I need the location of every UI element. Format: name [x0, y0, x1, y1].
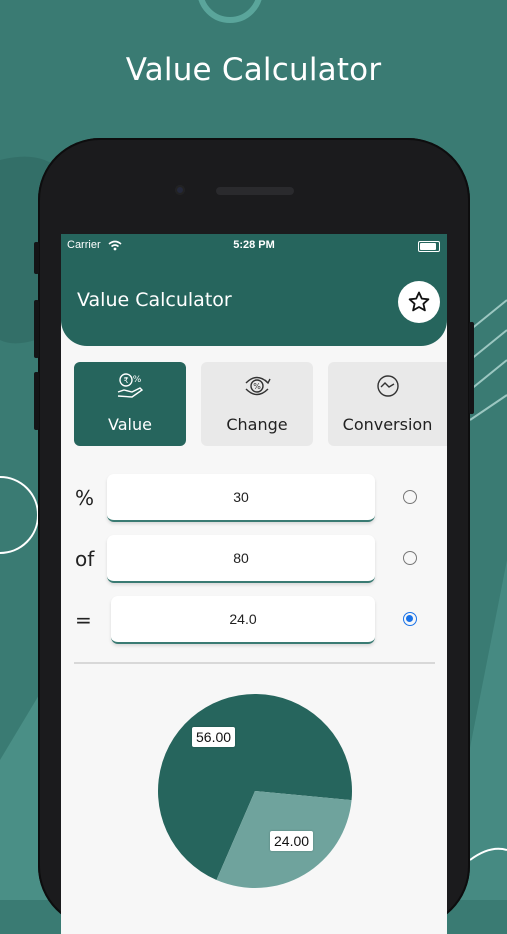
phone-volume-up [34, 300, 39, 358]
tab-conversion-label: Conversion [342, 415, 433, 434]
phone-power-button [469, 322, 474, 414]
favorite-button[interactable] [398, 281, 440, 323]
of-label: of [75, 547, 95, 571]
phone-volume-down [34, 372, 39, 430]
tab-change-label: Change [226, 415, 288, 434]
result-input[interactable]: 24.0 [111, 596, 375, 644]
tab-value[interactable]: ₹ % Value [74, 362, 186, 446]
result-radio[interactable] [403, 612, 417, 626]
status-time: 5:28 PM [233, 239, 275, 251]
star-icon [408, 291, 430, 312]
svg-text:%: % [133, 375, 142, 385]
page-title: Value Calculator [77, 289, 232, 311]
percent-change-icon: % [245, 376, 271, 396]
svg-text:₹: ₹ [123, 376, 128, 385]
promo-title: Value Calculator [125, 52, 382, 88]
battery-icon [418, 241, 440, 252]
status-bar: Carrier 5:28 PM [61, 239, 447, 255]
app-header: Carrier 5:28 PM Value Calculator [61, 234, 447, 346]
phone-screen: Carrier 5:28 PM Value Calculator ₹ % Val… [61, 234, 447, 934]
tab-change[interactable]: % Change [201, 362, 313, 446]
conversion-icon [376, 375, 399, 397]
slice-label-24: 24.00 [270, 831, 314, 851]
phone-camera [175, 185, 185, 195]
money-percent-icon: ₹ % [117, 373, 144, 398]
of-input[interactable]: 80 [107, 535, 375, 583]
phone-side-button [34, 242, 39, 274]
divider [74, 662, 435, 664]
calculator-tabs: ₹ % Value % Change Conversion [74, 362, 447, 446]
of-radio[interactable] [403, 551, 417, 565]
percent-radio[interactable] [403, 490, 417, 504]
equals-label: = [75, 608, 92, 632]
pie-chart [157, 694, 352, 888]
percent-label: % [75, 486, 95, 510]
phone-speaker [216, 187, 294, 195]
svg-text:%: % [253, 382, 261, 391]
percent-input[interactable]: 30 [107, 474, 375, 522]
slice-label-56: 56.00 [192, 727, 236, 747]
tab-conversion[interactable]: Conversion [328, 362, 447, 446]
tab-value-label: Value [108, 415, 152, 434]
